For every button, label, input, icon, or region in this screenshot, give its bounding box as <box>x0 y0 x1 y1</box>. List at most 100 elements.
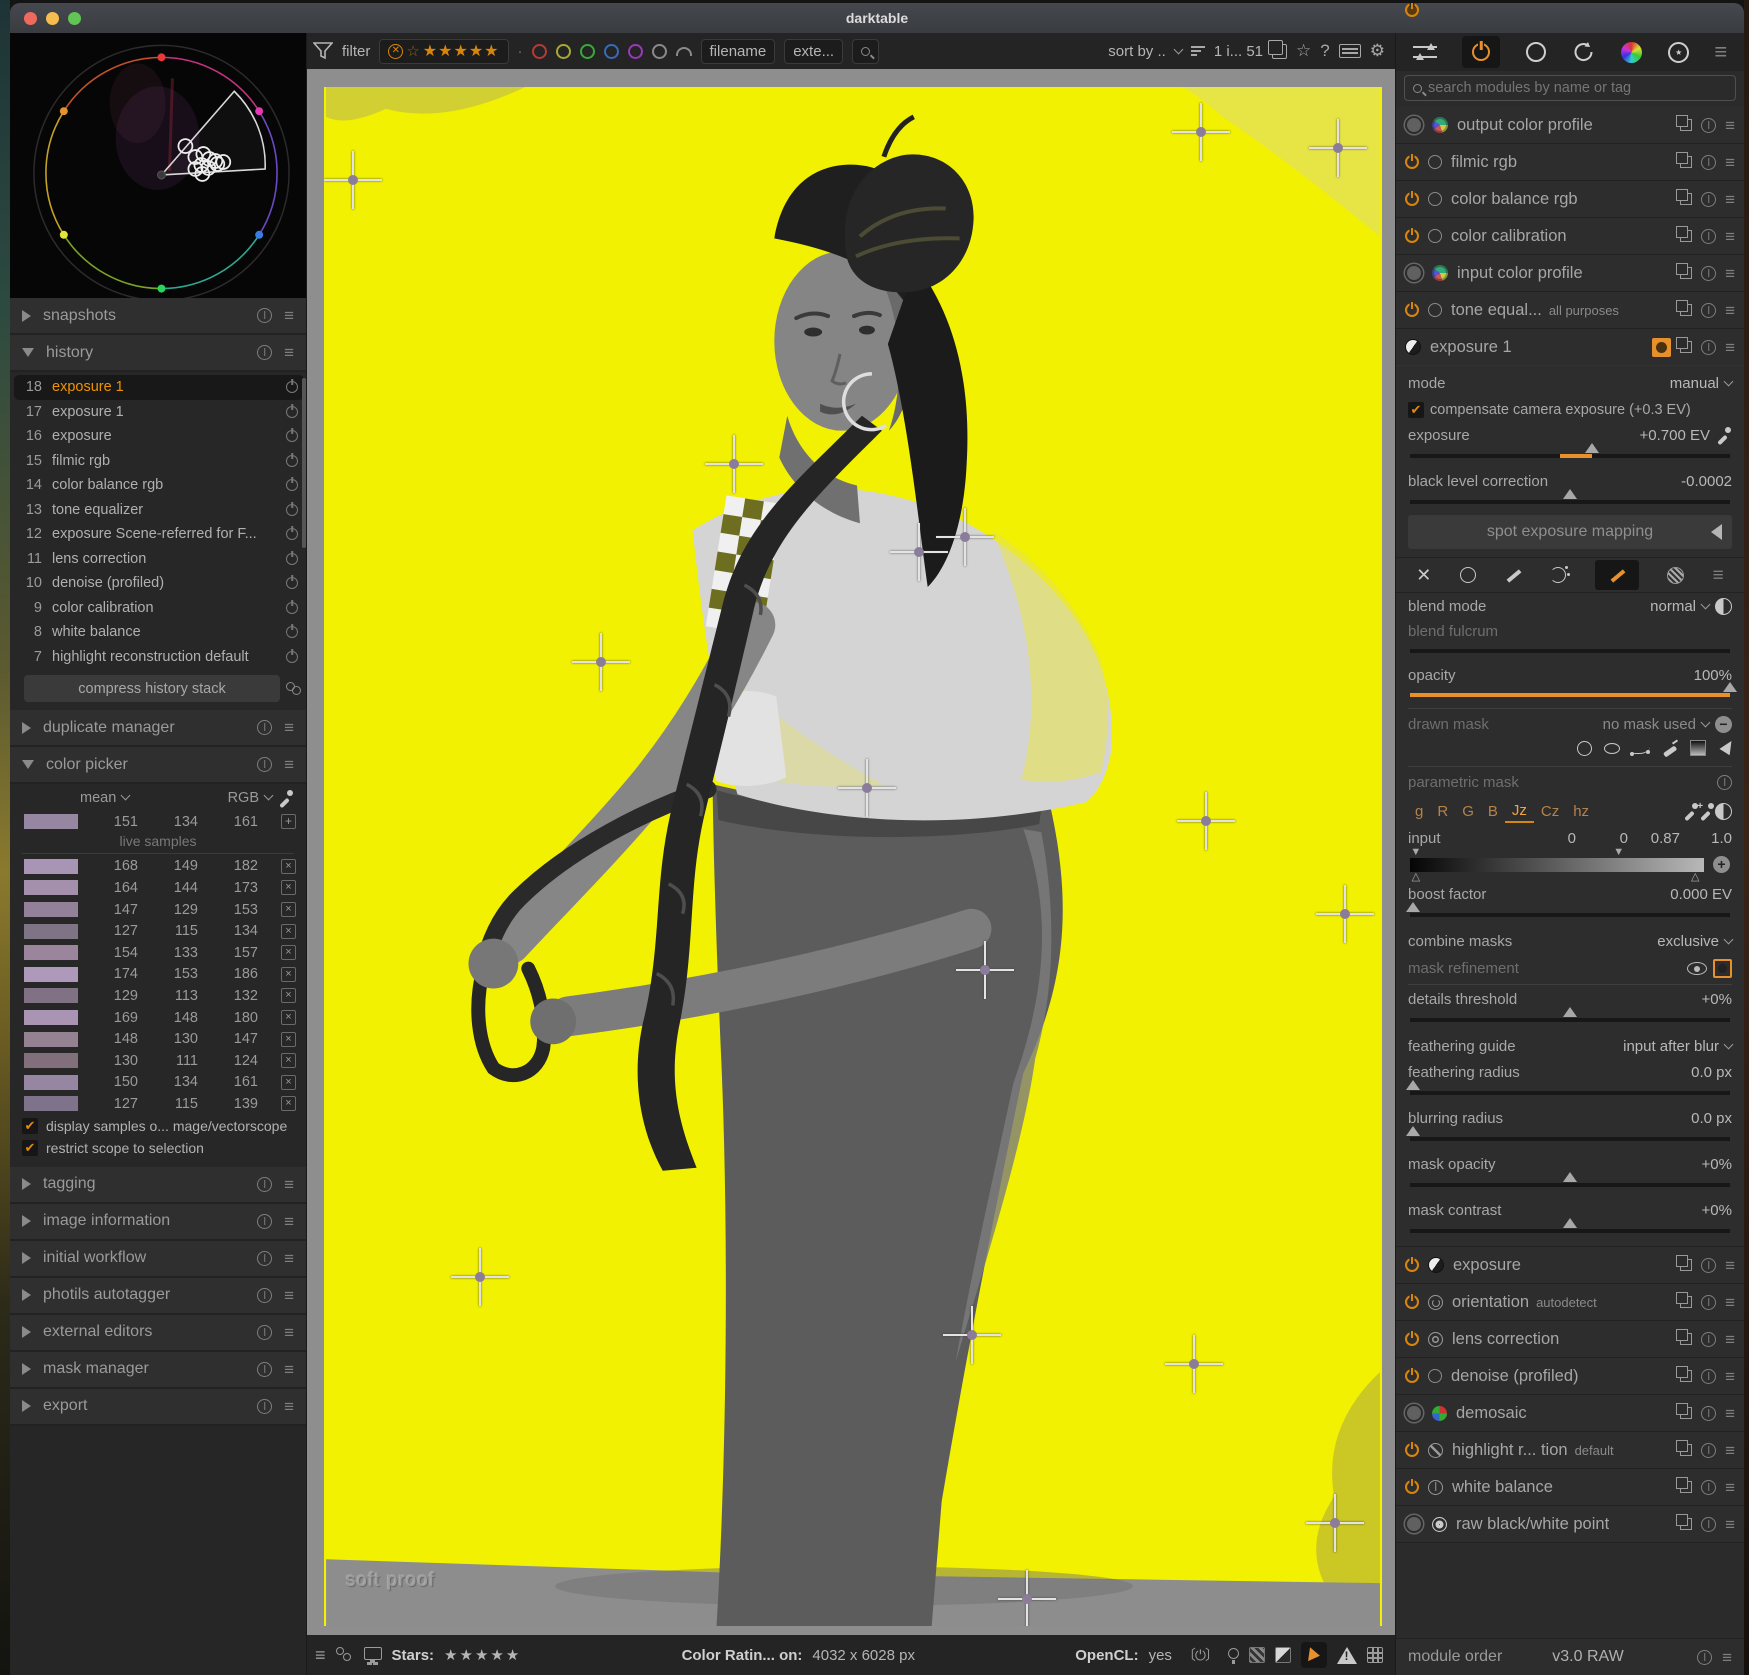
presets-icon[interactable]: ≡ <box>284 1398 294 1415</box>
color-sample-crosshair[interactable] <box>705 435 763 493</box>
reset-icon[interactable] <box>1701 1406 1716 1421</box>
live-sample-row[interactable]: 127115139× <box>10 1093 306 1115</box>
power-icon[interactable] <box>1405 1295 1419 1309</box>
delete-sample-button[interactable]: × <box>281 1096 296 1111</box>
reset-icon[interactable] <box>1697 1650 1712 1665</box>
reset-icon[interactable] <box>257 1399 272 1414</box>
history-header[interactable]: history ≡ <box>10 335 306 372</box>
clipping-icon[interactable] <box>1275 1647 1291 1663</box>
compress-history-button[interactable]: compress history stack <box>24 675 280 702</box>
slider-marker[interactable]: △ <box>1691 872 1699 883</box>
export-header[interactable]: export≡ <box>10 1389 306 1426</box>
color-label-gray-icon[interactable] <box>652 44 667 59</box>
mode-select[interactable]: manual <box>1670 375 1719 392</box>
parametric-input-slider[interactable]: ▼ ▼ △ △ <box>1410 858 1704 872</box>
reset-icon[interactable] <box>1701 192 1716 207</box>
gamut-warning-icon[interactable] <box>1337 1647 1357 1664</box>
multi-instance-icon[interactable] <box>1680 267 1692 279</box>
blurring-radius-slider[interactable] <box>1410 1132 1730 1146</box>
presets-icon[interactable]: ≡ <box>284 719 294 736</box>
module-lens-correction[interactable]: lens correction ≡ <box>1396 1321 1744 1358</box>
picker-colorspace-select[interactable]: RGB <box>228 790 259 806</box>
slider-handle[interactable] <box>1563 1218 1577 1228</box>
slider-handle[interactable] <box>1406 1080 1420 1090</box>
live-sample-row[interactable]: 130111124× <box>10 1050 306 1072</box>
eyedropper-icon[interactable] <box>1716 427 1732 443</box>
overlays-menu-icon[interactable]: ≡ <box>315 1645 326 1666</box>
reset-icon[interactable] <box>1701 1295 1716 1310</box>
group-effects-icon[interactable]: ★ <box>1668 42 1689 63</box>
darkroom-canvas[interactable]: soft proof <box>307 69 1395 1635</box>
module-filmic-rgb[interactable]: filmic rgb ≡ <box>1396 144 1744 181</box>
delete-sample-button[interactable]: × <box>281 1010 296 1025</box>
feathering-radius-slider[interactable] <box>1410 1086 1730 1100</box>
reset-icon[interactable] <box>1701 266 1716 281</box>
black-level-slider[interactable] <box>1410 495 1730 509</box>
module-exposure-1-header[interactable]: exposure 1 ≡ <box>1396 329 1744 366</box>
multi-instance-icon[interactable] <box>1680 1407 1692 1419</box>
initial-workflow-header[interactable]: initial workflow≡ <box>10 1241 306 1278</box>
reset-icon[interactable] <box>1701 155 1716 170</box>
duplicate-manager-header[interactable]: duplicate manager ≡ <box>10 710 306 747</box>
star-rating[interactable]: ★★★★★ <box>423 41 500 61</box>
reset-icon[interactable] <box>1701 118 1716 133</box>
photils-autotagger-header[interactable]: photils autotagger≡ <box>10 1278 306 1315</box>
color-label-purple-icon[interactable] <box>628 44 643 59</box>
reset-icon[interactable] <box>1701 1443 1716 1458</box>
power-icon[interactable] <box>1405 192 1419 206</box>
channel-tab-g[interactable]: g <box>1408 801 1430 822</box>
filename-filter[interactable]: filename <box>701 39 776 64</box>
feathering-guide-select[interactable]: input after blur <box>1623 1038 1719 1055</box>
module-demosaic[interactable]: demosaic ≡ <box>1396 1395 1744 1432</box>
grouping-icon[interactable] <box>1272 44 1287 59</box>
snapshots-header[interactable]: snapshots ≡ <box>10 298 306 335</box>
delete-sample-button[interactable]: × <box>281 902 296 917</box>
multi-instance-icon[interactable] <box>1680 156 1692 168</box>
power-icon[interactable] <box>1405 1443 1419 1457</box>
reset-icon[interactable] <box>257 757 272 772</box>
power-icon[interactable] <box>286 455 298 467</box>
presets-icon[interactable]: ≡ <box>1725 1294 1735 1311</box>
reset-icon[interactable] <box>1701 303 1716 318</box>
reset-icon[interactable] <box>257 1177 272 1192</box>
mask-opacity-slider[interactable] <box>1410 1178 1730 1192</box>
color-label-red-icon[interactable] <box>532 44 547 59</box>
reset-icon[interactable] <box>1701 1517 1716 1532</box>
history-item[interactable]: 9color calibration <box>14 596 304 621</box>
photo-image[interactable]: soft proof <box>324 87 1382 1626</box>
presets-icon[interactable]: ≡ <box>284 1324 294 1341</box>
reset-icon[interactable] <box>257 308 272 323</box>
color-sample-crosshair[interactable] <box>1316 885 1374 943</box>
color-sample-crosshair[interactable] <box>998 1570 1056 1626</box>
color-sample-crosshair[interactable] <box>956 941 1014 999</box>
presets-icon[interactable]: ≡ <box>1725 1405 1735 1422</box>
live-sample-row[interactable]: 148130147× <box>10 1028 306 1050</box>
delete-sample-button[interactable]: × <box>281 988 296 1003</box>
color-sample-crosshair[interactable] <box>1165 1335 1223 1393</box>
delete-sample-button[interactable]: × <box>281 1075 296 1090</box>
history-item[interactable]: 16exposure <box>14 424 304 449</box>
show-mask-eye-icon[interactable] <box>1687 962 1707 975</box>
circle-shape-icon[interactable] <box>1577 741 1592 756</box>
iso12646-icon[interactable]: 〔⏻〕 <box>1182 1645 1218 1665</box>
delete-sample-button[interactable]: × <box>281 967 296 982</box>
presets-icon[interactable]: ≡ <box>284 1287 294 1304</box>
delete-sample-button[interactable]: × <box>281 945 296 960</box>
power-icon[interactable] <box>1405 1369 1419 1383</box>
presets-icon[interactable]: ≡ <box>284 1176 294 1193</box>
reset-icon[interactable] <box>1701 1332 1716 1347</box>
display-samples-checkbox-row[interactable]: ✔ display samples o... mage/vectorscope <box>10 1115 306 1137</box>
delete-sample-button[interactable]: × <box>281 924 296 939</box>
blend-drawn-parametric-active[interactable] <box>1595 560 1639 590</box>
search-filter[interactable] <box>852 39 879 64</box>
mask-manager-header[interactable]: mask manager≡ <box>10 1352 306 1389</box>
reset-icon[interactable] <box>1701 1480 1716 1495</box>
add-node-icon[interactable]: + <box>1713 856 1730 873</box>
slider-handle[interactable] <box>1723 682 1737 692</box>
delete-sample-button[interactable]: × <box>281 880 296 895</box>
rating-filter[interactable]: ✕ ☆ ★★★★★ <box>379 39 508 64</box>
softproof-active-icon[interactable] <box>1301 1642 1327 1668</box>
checkbox-checked-icon[interactable]: ✔ <box>1408 402 1424 418</box>
module-color-balance-rgb[interactable]: color balance rgb ≡ <box>1396 181 1744 218</box>
power-icon[interactable] <box>286 430 298 442</box>
